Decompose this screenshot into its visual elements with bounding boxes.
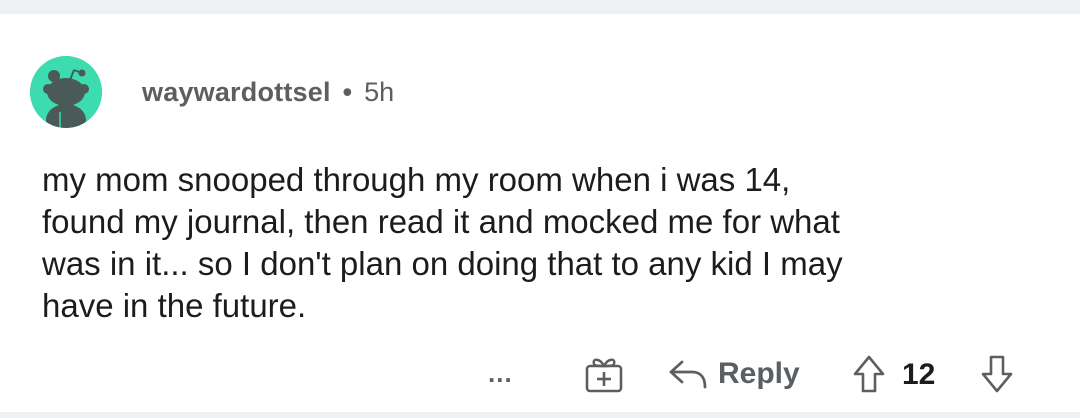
comment-body: my mom snooped through my room when i wa…	[42, 159, 1052, 327]
comment-header: waywardottsel • 5h	[30, 56, 394, 128]
meta-separator: •	[342, 76, 353, 107]
comment-username[interactable]: waywardottsel	[142, 77, 331, 108]
comment-timestamp[interactable]: 5h	[364, 77, 394, 108]
reply-label: Reply	[718, 357, 800, 390]
reply-arrow-icon	[669, 360, 707, 389]
comment-actions: ... Reply 12	[480, 352, 1060, 396]
snoo-avatar-icon[interactable]	[30, 56, 102, 128]
top-divider	[0, 0, 1080, 14]
comment: waywardottsel • 5h my mom snooped throug…	[0, 14, 1080, 412]
vote-score: 12	[902, 358, 936, 391]
reply-button[interactable]: Reply	[668, 354, 800, 394]
bottom-divider	[0, 412, 1080, 418]
comment-body-line: found my journal, then read it and mocke…	[42, 203, 840, 240]
comment-body-line: my mom snooped through my room when i wa…	[42, 161, 791, 198]
upvote-arrow-icon[interactable]	[852, 354, 886, 394]
comment-body-line: was in it... so I don't plan on doing th…	[42, 245, 843, 282]
comment-body-line: have in the future.	[42, 287, 307, 324]
ellipsis-icon[interactable]: ...	[488, 360, 513, 386]
award-gift-icon[interactable]	[584, 354, 624, 394]
downvote-arrow-icon[interactable]	[980, 354, 1014, 394]
